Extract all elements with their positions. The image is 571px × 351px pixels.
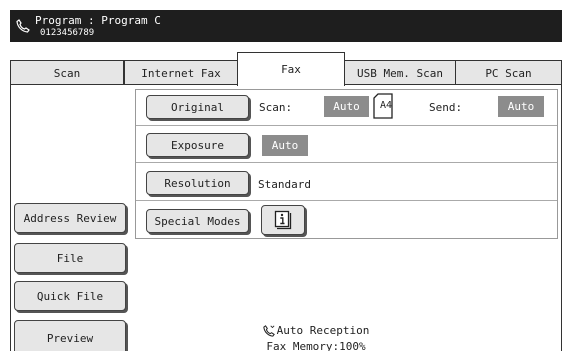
special-modes-button[interactable]: Special Modes [146, 209, 249, 233]
resolution-value: Standard [258, 178, 311, 191]
info-icon [274, 210, 292, 230]
quick-file-button[interactable]: Quick File [14, 281, 126, 311]
info-button[interactable] [261, 205, 305, 235]
address-review-button[interactable]: Address Review [14, 203, 126, 233]
program-header: Program : Program C 0123456789 [10, 10, 562, 42]
special-modes-row: Special Modes [136, 202, 557, 238]
send-value: Auto [498, 96, 544, 117]
tab-internet-fax[interactable]: Internet Fax [124, 60, 238, 85]
paper-size: A4 [380, 100, 393, 111]
original-button[interactable]: Original [146, 95, 249, 119]
resolution-row: Resolution Standard [136, 165, 557, 201]
fax-memory: Fax Memory:100% [266, 340, 366, 351]
preview-button[interactable]: Preview [14, 320, 126, 351]
resolution-button[interactable]: Resolution [146, 171, 249, 195]
scan-value: Auto [324, 96, 369, 117]
mode-tabs: Scan Internet Fax Fax USB Mem. Scan PC S… [10, 52, 562, 86]
auto-reception-icon [262, 325, 275, 337]
tab-usb-mem-scan[interactable]: USB Mem. Scan [344, 60, 456, 85]
program-name: Program : Program C [35, 14, 161, 27]
tab-pc-scan[interactable]: PC Scan [455, 60, 562, 85]
tab-scan[interactable]: Scan [10, 60, 124, 85]
scan-label: Scan: [259, 101, 293, 114]
settings-box: Original Scan: Auto A4 Send: Auto Exposu… [135, 89, 558, 239]
program-number: 0123456789 [40, 28, 95, 38]
reception-status: Auto Reception [251, 323, 381, 339]
send-label: Send: [429, 101, 463, 114]
original-row: Original Scan: Auto A4 Send: Auto [136, 90, 557, 126]
exposure-button[interactable]: Exposure [146, 133, 249, 157]
fax-status: Auto Reception Fax Memory:100% [251, 323, 381, 351]
phone-icon [16, 19, 30, 33]
reception-text: Auto Reception [276, 324, 370, 337]
fax-panel: Original Scan: Auto A4 Send: Auto Exposu… [10, 84, 562, 351]
tab-fax[interactable]: Fax [237, 52, 345, 86]
exposure-row: Exposure Auto [136, 127, 557, 163]
exposure-value: Auto [262, 135, 308, 156]
file-button[interactable]: File [14, 243, 126, 273]
